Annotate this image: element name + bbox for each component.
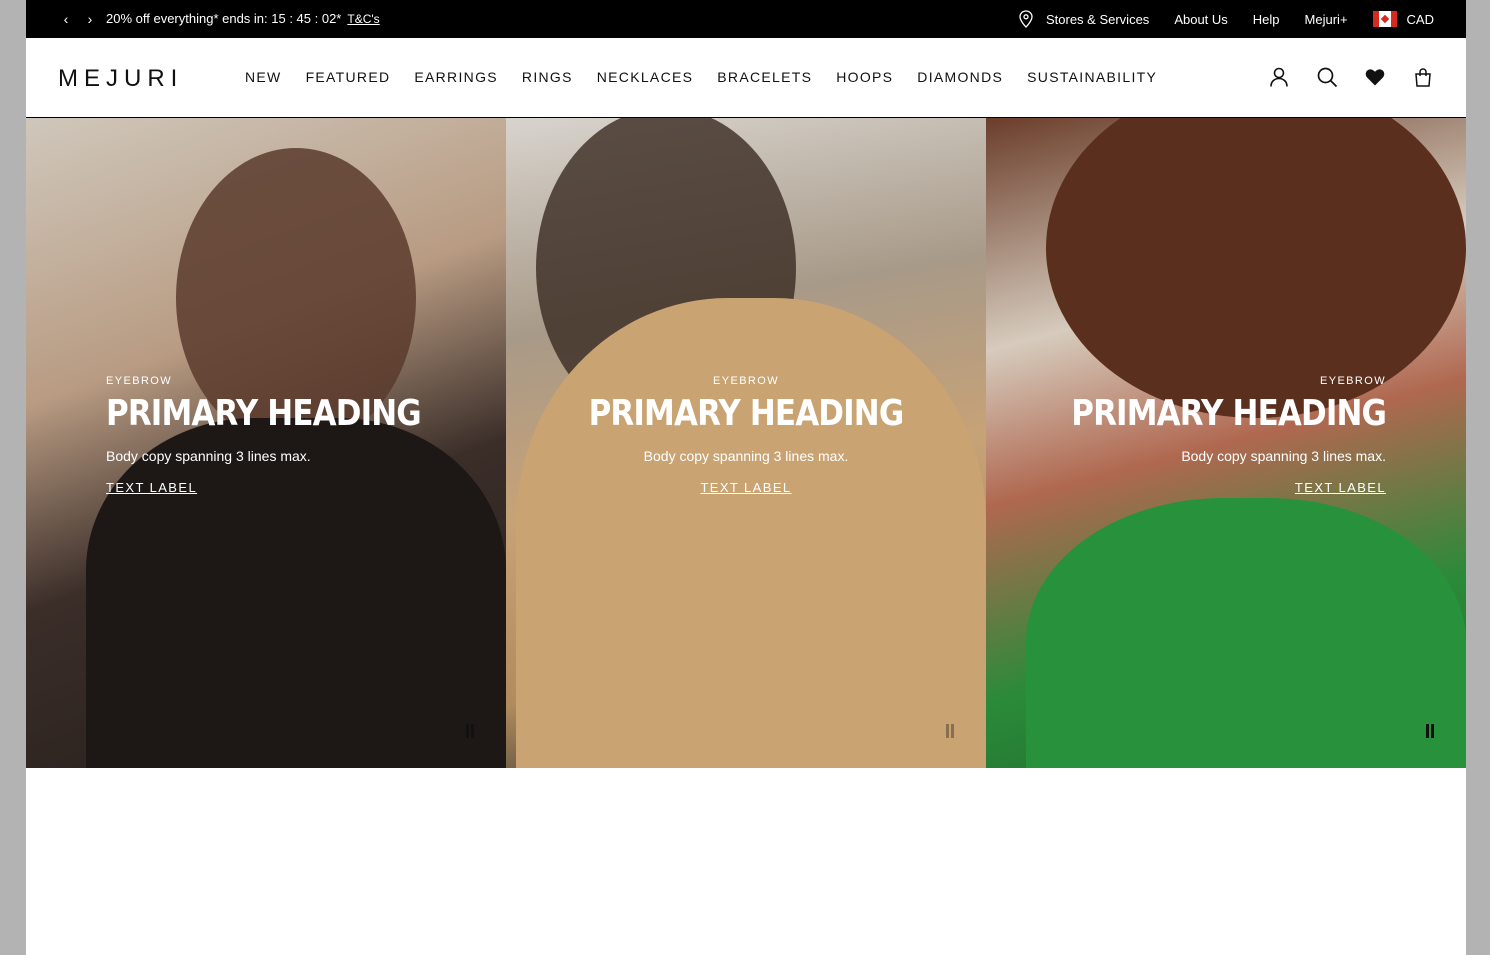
hero-slide-1[interactable]: EYEBROW PRIMARY HEADING Body copy spanni… xyxy=(26,118,506,768)
mejuri-plus-link[interactable]: Mejuri+ xyxy=(1305,12,1348,27)
slide-2-photo-shape-2 xyxy=(516,298,986,768)
utility-links: Stores & Services About Us Help Mejuri+ … xyxy=(994,0,1434,38)
slide-2-cta-link[interactable]: TEXT LABEL xyxy=(700,480,791,495)
header-icons xyxy=(1242,66,1434,88)
slide-1-cta-link[interactable]: TEXT LABEL xyxy=(106,480,197,495)
slide-3-heading: PRIMARY HEADING xyxy=(1071,393,1387,434)
hero-slide-3[interactable]: EYEBROW PRIMARY HEADING Body copy spanni… xyxy=(986,118,1466,768)
promo-text: 20% off everything* ends in: 15 : 45 : 0… xyxy=(106,11,342,26)
slide-3-photo-shape-2 xyxy=(1026,498,1466,768)
nav-diamonds[interactable]: DIAMONDS xyxy=(917,69,1003,85)
slide-2-body: Body copy spanning 3 lines max. xyxy=(643,448,849,464)
nav-featured[interactable]: FEATURED xyxy=(306,69,391,85)
main-nav: NEW FEATURED EARRINGS RINGS NECKLACES BR… xyxy=(245,69,1181,85)
nav-rings[interactable]: RINGS xyxy=(522,69,573,85)
mejuri-logo[interactable]: MEJURI xyxy=(58,65,183,93)
terms-link[interactable]: T&C's xyxy=(347,12,379,26)
nav-necklaces[interactable]: NECKLACES xyxy=(597,69,694,85)
pause-icon[interactable] xyxy=(1424,724,1436,738)
help-link[interactable]: Help xyxy=(1253,12,1280,27)
slide-3-cta-link[interactable]: TEXT LABEL xyxy=(1295,480,1386,495)
stores-services-label: Stores & Services xyxy=(1045,11,1150,27)
nav-bracelets[interactable]: BRACELETS xyxy=(717,69,812,85)
slide-1-content: EYEBROW PRIMARY HEADING Body copy spanni… xyxy=(106,375,472,497)
location-pin-icon xyxy=(1019,10,1033,28)
chevron-left-icon[interactable]: ‹ xyxy=(58,10,74,28)
canada-flag-icon xyxy=(1372,11,1397,27)
promo-bar: ‹ › 20% off everything* ends in: 15 : 45… xyxy=(26,0,1466,38)
page: ‹ › 20% off everything* ends in: 15 : 45… xyxy=(26,0,1466,955)
slide-2-heading: PRIMARY HEADING xyxy=(588,393,905,434)
nav-earrings[interactable]: EARRINGS xyxy=(414,69,498,85)
main-header: MEJURI NEW FEATURED EARRINGS RINGS NECKL… xyxy=(26,38,1466,118)
slide-1-eyebrow: EYEBROW xyxy=(106,375,173,387)
slide-3-photo-shape xyxy=(1046,118,1466,418)
slide-3-content: EYEBROW PRIMARY HEADING Body copy spanni… xyxy=(1020,375,1387,497)
slide-2-content: EYEBROW PRIMARY HEADING Body copy spanni… xyxy=(506,375,986,497)
currency-selector[interactable]: CAD xyxy=(1372,11,1434,27)
nav-new[interactable]: NEW xyxy=(245,69,282,85)
chevron-right-icon[interactable]: › xyxy=(82,10,98,28)
search-icon[interactable] xyxy=(1316,66,1338,88)
slide-3-body: Body copy spanning 3 lines max. xyxy=(1181,448,1386,464)
wishlist-heart-icon[interactable] xyxy=(1364,66,1386,88)
pause-icon[interactable] xyxy=(944,724,956,738)
account-icon[interactable] xyxy=(1268,66,1290,88)
slide-2-eyebrow: EYEBROW xyxy=(712,375,780,387)
hero-slide-2[interactable]: EYEBROW PRIMARY HEADING Body copy spanni… xyxy=(506,118,986,768)
pause-icon[interactable] xyxy=(464,724,476,738)
about-us-link[interactable]: About Us xyxy=(1174,12,1227,27)
stores-services-link[interactable]: Stores & Services xyxy=(1019,10,1149,28)
slide-3-eyebrow: EYEBROW xyxy=(1319,375,1386,387)
slide-1-body: Body copy spanning 3 lines max. xyxy=(106,448,311,464)
hero-carousel: EYEBROW PRIMARY HEADING Body copy spanni… xyxy=(26,118,1466,768)
slide-1-heading: PRIMARY HEADING xyxy=(106,393,422,434)
shopping-bag-icon[interactable] xyxy=(1412,66,1434,88)
nav-hoops[interactable]: HOOPS xyxy=(836,69,893,85)
nav-sustainability[interactable]: SUSTAINABILITY xyxy=(1027,69,1157,85)
currency-label: CAD xyxy=(1406,11,1434,27)
promo-message: 20% off everything* ends in: 15 : 45 : 0… xyxy=(106,11,380,26)
